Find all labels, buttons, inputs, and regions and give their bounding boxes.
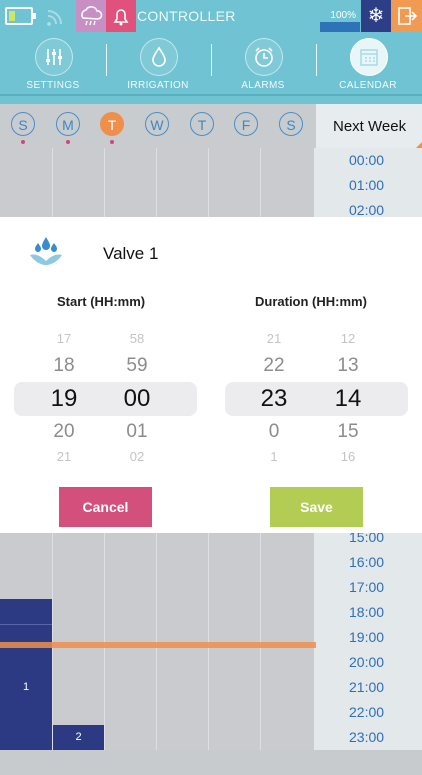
day-saturday[interactable]: S bbox=[279, 112, 303, 136]
time-label: 22:00 bbox=[349, 704, 385, 720]
nav-irrigation[interactable]: IRRIGATION bbox=[106, 32, 210, 96]
picker-option[interactable]: 01 bbox=[115, 421, 159, 443]
picker-option[interactable]: 18 bbox=[42, 355, 86, 377]
block-label: 2 bbox=[75, 731, 82, 743]
snowflake-icon[interactable]: ❄ bbox=[361, 0, 391, 32]
battery-icon bbox=[5, 7, 36, 25]
nav-label: CALENDAR bbox=[339, 80, 397, 91]
day-indicator-dot bbox=[21, 140, 25, 144]
picker-option[interactable]: 1 bbox=[252, 449, 296, 464]
day-selector: S M T W T F S Next Week bbox=[0, 104, 422, 148]
picker-option[interactable]: 02 bbox=[115, 449, 159, 464]
picker-option[interactable]: 17 bbox=[42, 331, 86, 346]
status-bar: CONTROLLER 100% ❄ bbox=[0, 0, 422, 32]
current-time-line bbox=[0, 642, 316, 648]
nav-label: IRRIGATION bbox=[127, 80, 189, 91]
time-label: 21:00 bbox=[349, 679, 385, 695]
time-label: 23:00 bbox=[349, 729, 385, 745]
time-label: 02:00 bbox=[349, 202, 385, 218]
picker-selected[interactable]: 14 bbox=[326, 385, 370, 413]
day-monday[interactable]: M bbox=[56, 112, 80, 136]
battery-level-text: 100% bbox=[330, 10, 356, 21]
next-week-button[interactable]: Next Week bbox=[333, 118, 406, 135]
day-thursday[interactable]: T bbox=[190, 112, 214, 136]
app-title: CONTROLLER bbox=[137, 8, 236, 24]
time-label: 18:00 bbox=[349, 604, 385, 620]
valve-name: Valve 1 bbox=[103, 244, 159, 263]
nav-settings[interactable]: SETTINGS bbox=[1, 32, 105, 96]
water-drops-icon bbox=[28, 235, 64, 272]
main-nav: SETTINGS IRRIGATION ALARMS CALENDAR bbox=[0, 32, 422, 96]
picker-option[interactable]: 15 bbox=[326, 421, 370, 443]
bell-icon[interactable] bbox=[106, 0, 136, 32]
day-wednesday[interactable]: W bbox=[145, 112, 169, 136]
valve-schedule-dialog: Valve 1 Start (HH:mm) Duration (HH:mm) 1… bbox=[0, 217, 422, 533]
time-label: 00:00 bbox=[349, 152, 385, 168]
block-divider bbox=[0, 624, 52, 625]
cancel-button[interactable]: Cancel bbox=[59, 487, 152, 527]
save-button[interactable]: Save bbox=[270, 487, 363, 527]
time-label: 17:00 bbox=[349, 579, 385, 595]
sliders-icon bbox=[35, 38, 73, 76]
block-label: 1 bbox=[22, 681, 30, 693]
picker-option[interactable]: 13 bbox=[326, 355, 370, 377]
picker-option[interactable]: 12 bbox=[326, 331, 370, 346]
picker-selected[interactable]: 00 bbox=[115, 385, 159, 413]
picker-option[interactable]: 21 bbox=[252, 331, 296, 346]
day-sunday[interactable]: S bbox=[11, 112, 35, 136]
water-drop-icon bbox=[140, 38, 178, 76]
picker-option[interactable]: 21 bbox=[42, 449, 86, 464]
exit-icon[interactable] bbox=[391, 0, 422, 32]
nav-label: ALARMS bbox=[241, 80, 285, 91]
time-label: 01:00 bbox=[349, 177, 385, 193]
nav-calendar[interactable]: CALENDAR bbox=[316, 32, 420, 96]
picker-selected[interactable]: 19 bbox=[42, 385, 86, 413]
time-label: 20:00 bbox=[349, 654, 385, 670]
nav-label: SETTINGS bbox=[26, 80, 80, 91]
picker-option[interactable]: 0 bbox=[252, 421, 296, 443]
picker-option[interactable]: 16 bbox=[326, 449, 370, 464]
time-label: 16:00 bbox=[349, 554, 385, 570]
day-tuesday[interactable]: T bbox=[100, 112, 124, 136]
day-friday[interactable]: F bbox=[234, 112, 258, 136]
cloud-rain-icon[interactable] bbox=[76, 0, 106, 32]
alarm-clock-icon bbox=[245, 38, 283, 76]
time-label: 19:00 bbox=[349, 629, 385, 645]
wifi-icon bbox=[46, 6, 68, 28]
picker-option[interactable]: 20 bbox=[42, 421, 86, 443]
duration-title: Duration (HH:mm) bbox=[255, 294, 367, 309]
picker-option[interactable]: 59 bbox=[115, 355, 159, 377]
day-indicator-dot bbox=[66, 140, 70, 144]
nav-alarms[interactable]: ALARMS bbox=[211, 32, 315, 96]
nav-bottom-strip bbox=[0, 96, 422, 104]
calendar-icon bbox=[350, 38, 388, 76]
irrigation-block[interactable]: 1 bbox=[0, 599, 52, 750]
picker-option[interactable]: 58 bbox=[115, 331, 159, 346]
start-title: Start (HH:mm) bbox=[57, 294, 146, 309]
irrigation-block[interactable]: 2 bbox=[53, 725, 104, 750]
picker-selected[interactable]: 23 bbox=[252, 385, 296, 413]
day-indicator-dot bbox=[110, 140, 114, 144]
battery-level-indicator: 100% bbox=[320, 0, 360, 32]
picker-option[interactable]: 22 bbox=[252, 355, 296, 377]
